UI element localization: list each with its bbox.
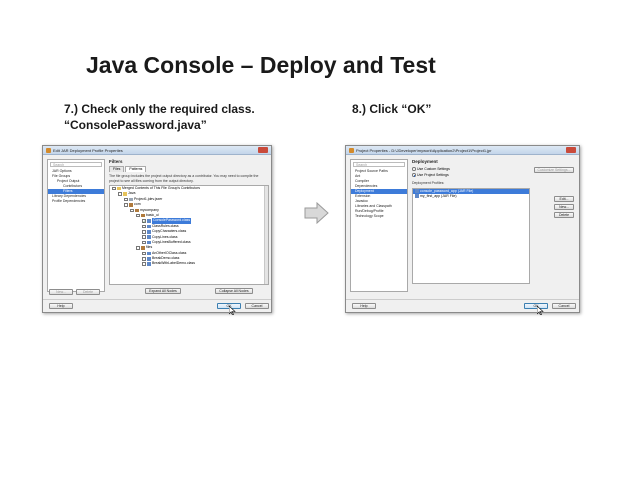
checkbox[interactable] [142, 224, 146, 229]
checkbox[interactable] [112, 186, 116, 191]
folder-icon [123, 192, 127, 196]
jar-icon [415, 194, 419, 198]
checkbox[interactable] [136, 246, 140, 250]
edit-button[interactable]: Edit... [554, 196, 574, 202]
step-7-instruction: 7.) Check only the required class. “Cons… [64, 101, 304, 133]
option-label: Use Project Settings [417, 172, 449, 177]
app-icon [46, 147, 51, 153]
package-icon [129, 203, 133, 207]
class-icon [147, 262, 151, 266]
tree-row-label: BreakWithLabelDemo.class [152, 261, 195, 266]
dialog2-nav-pane: Search Project Source Paths Ant Compiler… [350, 159, 408, 292]
folder-icon [117, 186, 121, 191]
class-icon [147, 224, 151, 229]
class-icon [147, 235, 151, 239]
collapse-all-button[interactable]: Collapse All Nodes [215, 288, 253, 294]
tab-patterns[interactable]: Patterns [125, 166, 147, 172]
radio-selected[interactable] [412, 173, 416, 177]
class-icon [147, 251, 151, 256]
radio[interactable] [412, 167, 416, 171]
dialog1-titlebar: Edit JAR Deployment Profile Properties [43, 146, 271, 155]
section-title: Deployment [412, 159, 438, 164]
list-item-label: my_first_app (JAR File) [420, 193, 457, 198]
file-icon [129, 197, 133, 202]
checkbox[interactable] [124, 203, 128, 207]
step-7-line-2: “ConsolePassword.java” [64, 118, 207, 132]
class-icon [147, 257, 151, 261]
cancel-button[interactable]: Cancel [245, 303, 269, 309]
customize-settings-button[interactable]: Customize Settings... [534, 167, 574, 173]
jar-profile-dialog: Edit JAR Deployment Profile Properties S… [42, 145, 272, 313]
cancel-button[interactable]: Cancel [552, 303, 576, 309]
close-icon[interactable] [258, 147, 268, 153]
checkbox[interactable] [142, 257, 146, 261]
checkbox[interactable] [142, 240, 146, 245]
checkbox[interactable] [130, 208, 134, 212]
ok-button[interactable]: OK [524, 303, 548, 309]
next-step-arrow-icon [304, 202, 329, 224]
checkbox[interactable] [118, 192, 122, 196]
option-label: Use Custom Settings [417, 166, 450, 171]
search-input[interactable]: Search [50, 162, 102, 167]
package-icon [141, 213, 145, 218]
checkbox-checked[interactable] [142, 219, 146, 224]
filter-tabs: Files Patterns [109, 166, 269, 172]
checkbox[interactable] [136, 213, 140, 218]
class-icon [147, 230, 151, 234]
mouse-cursor-icon [229, 306, 236, 315]
tab-files[interactable]: Files [109, 166, 125, 172]
app-icon [349, 147, 354, 153]
class-icon [147, 219, 151, 223]
help-button[interactable]: Help [49, 303, 73, 309]
package-icon [135, 208, 139, 212]
file-tree: Merged Contents of This File Group's Con… [109, 185, 269, 285]
dialog1-nav-pane: Search JAR Options File Groups Project O… [47, 159, 105, 292]
list-item-my-first-app[interactable]: my_first_app (JAR File) [413, 194, 529, 199]
mouse-cursor-icon [537, 306, 544, 315]
deployment-panel: Deployment Use Custom Settings Use Proje… [412, 159, 576, 294]
divider [346, 299, 579, 300]
checkbox[interactable] [142, 230, 146, 234]
step-8-instruction: 8.) Click “OK” [352, 102, 432, 116]
divider [43, 299, 271, 300]
search-input[interactable]: Search [353, 162, 405, 167]
new-button[interactable]: New... [49, 289, 73, 295]
checkbox[interactable] [142, 235, 146, 239]
nav-item-technology-scope[interactable]: Technology Scope [351, 214, 407, 219]
dialog2-title: Project Properties - D:\JDeveloper\mywor… [356, 147, 492, 153]
dialog2-titlebar: Project Properties - D:\JDeveloper\mywor… [346, 146, 579, 155]
nav-item-profile-dependencies[interactable]: Profile Dependencies [48, 199, 104, 204]
tree-row[interactable]: BreakWithLabelDemo.class [110, 261, 268, 266]
package-icon [141, 246, 145, 250]
expand-all-button[interactable]: Expand All Nodes [145, 288, 181, 294]
dialog1-title: Edit JAR Deployment Profile Properties [53, 147, 123, 153]
delete-button[interactable]: Delete [76, 289, 100, 295]
new-button[interactable]: New... [554, 204, 574, 210]
jar-icon [415, 189, 419, 193]
profiles-label: Deployment Profiles: [412, 181, 445, 185]
step-7-line-1: 7.) Check only the required class. [64, 102, 255, 116]
class-icon [147, 240, 151, 245]
checkbox[interactable] [142, 251, 146, 256]
checkbox[interactable] [142, 262, 146, 266]
help-button[interactable]: Help [352, 303, 376, 309]
tree-row-label: CopyLinesBuffered.class [152, 239, 191, 244]
project-properties-dialog: Project Properties - D:\JDeveloper\mywor… [345, 145, 580, 313]
section-title: Filters [109, 159, 123, 164]
deployment-profiles-list: console_password_app (JAR File) my_first… [412, 187, 530, 284]
close-icon[interactable] [566, 147, 576, 153]
filters-description: The file group includes the project outp… [109, 174, 259, 183]
filters-panel: Filters Files Patterns The file group in… [109, 159, 269, 294]
checkbox[interactable] [124, 197, 128, 202]
delete-button[interactable]: Delete [554, 212, 574, 218]
slide-title: Java Console – Deploy and Test [86, 52, 436, 78]
scrollbar[interactable] [264, 186, 268, 284]
